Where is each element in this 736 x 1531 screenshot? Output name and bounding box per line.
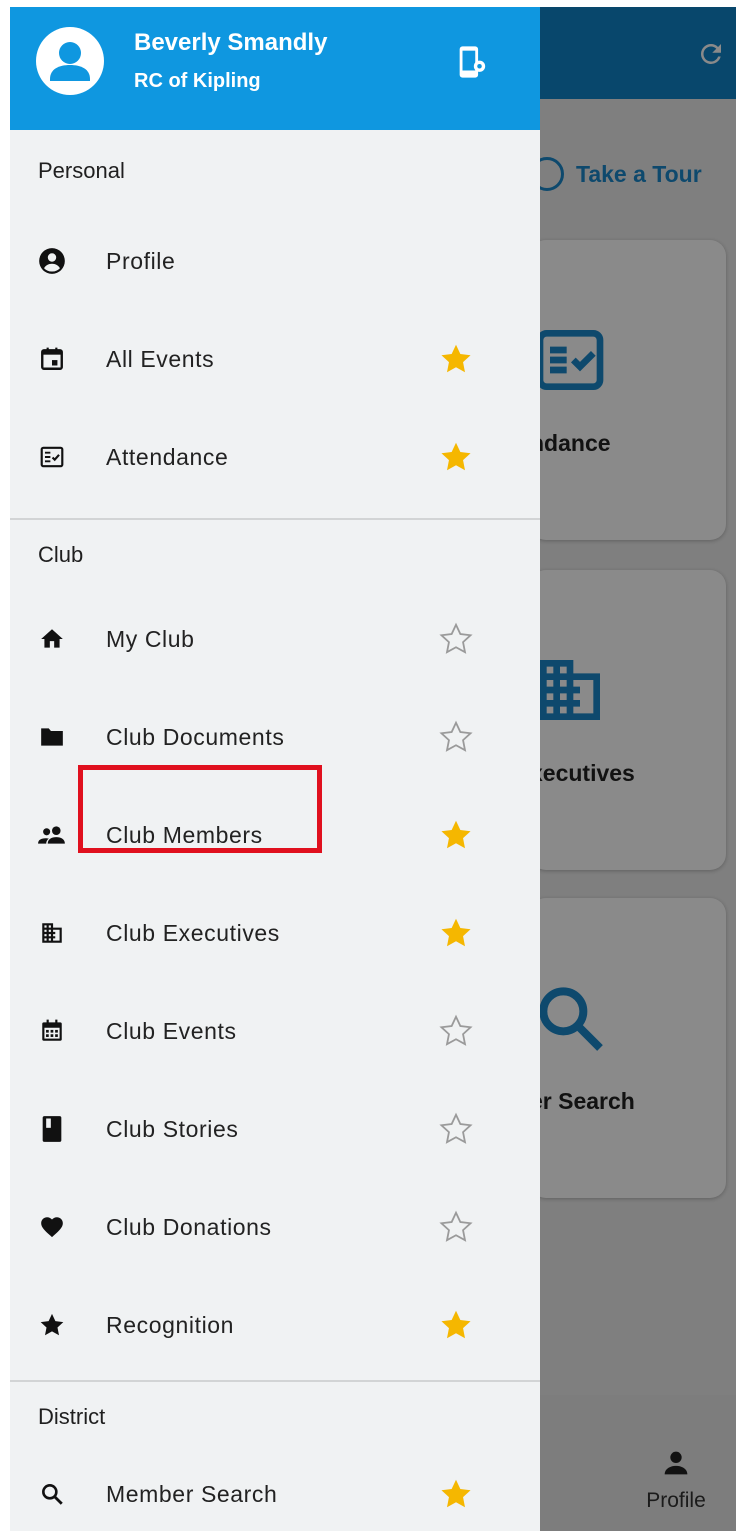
menu-item-my-club[interactable]: My Club <box>10 590 540 688</box>
menu-label-club-events: Club Events <box>106 1017 237 1044</box>
menu-item-club-stories[interactable]: Club Stories <box>10 1080 540 1178</box>
menu-label-attendance: Attendance <box>106 443 229 470</box>
star-outline-icon[interactable] <box>438 719 474 755</box>
favorite-star-icon[interactable] <box>438 439 474 475</box>
menu-label-club-documents: Club Documents <box>106 723 285 750</box>
menu-item-attendance[interactable]: Attendance <box>10 408 540 506</box>
avatar-person-icon <box>50 42 90 81</box>
favorite-star-icon[interactable] <box>438 1307 474 1343</box>
device-settings-icon[interactable] <box>456 45 486 79</box>
search-icon <box>36 1478 68 1510</box>
star-outline-icon[interactable] <box>438 621 474 657</box>
book-icon <box>36 1113 68 1145</box>
menu-item-club-events[interactable]: Club Events <box>10 982 540 1080</box>
calendar-grid-icon <box>36 1015 68 1047</box>
drawer-header: Beverly Smandly RC of Kipling <box>10 7 540 130</box>
menu-label-club-members: Club Members <box>106 821 263 848</box>
menu-label-profile: Profile <box>106 247 176 274</box>
star-outline-icon[interactable] <box>438 1209 474 1245</box>
menu-label-club-stories: Club Stories <box>106 1115 239 1142</box>
menu-item-club-executives[interactable]: Club Executives <box>10 884 540 982</box>
section-title-personal: Personal <box>38 158 125 183</box>
menu-item-club-documents[interactable]: Club Documents <box>10 688 540 786</box>
user-club: RC of Kipling <box>134 70 261 92</box>
heart-icon <box>36 1211 68 1243</box>
people-icon <box>36 819 68 851</box>
menu-item-all-events[interactable]: All Events <box>10 310 540 408</box>
menu-label-all-events: All Events <box>106 345 215 372</box>
menu-label-club-donations: Club Donations <box>106 1213 272 1240</box>
menu-label-recognition: Recognition <box>106 1311 235 1338</box>
account-circle-icon <box>36 245 68 277</box>
menu-item-recognition[interactable]: Recognition <box>10 1276 540 1374</box>
favorite-star-icon[interactable] <box>438 915 474 951</box>
star-filled-icon <box>36 1309 68 1341</box>
menu-label-member-search: Member Search <box>106 1480 278 1507</box>
building-icon <box>36 917 68 949</box>
favorite-star-icon[interactable] <box>438 1476 474 1512</box>
section-title-district: District <box>38 1404 106 1429</box>
star-outline-icon[interactable] <box>438 1111 474 1147</box>
star-outline-icon[interactable] <box>438 1013 474 1049</box>
navigation-drawer: Beverly Smandly RC of Kipling Personal P… <box>10 7 540 1531</box>
user-name: Beverly Smandly <box>134 29 328 56</box>
menu-item-profile[interactable]: Profile <box>10 212 540 310</box>
folder-icon <box>36 721 68 753</box>
avatar[interactable] <box>36 27 104 95</box>
calendar-icon <box>36 343 68 375</box>
section-title-club: Club <box>38 542 84 567</box>
home-icon <box>36 623 68 655</box>
favorite-star-icon[interactable] <box>438 817 474 853</box>
menu-item-member-search[interactable]: Member Search <box>10 1452 540 1531</box>
menu-item-club-members[interactable]: Club Members <box>10 786 540 884</box>
menu-item-club-donations[interactable]: Club Donations <box>10 1178 540 1276</box>
attendance-icon <box>36 441 68 473</box>
menu-label-club-executives: Club Executives <box>106 919 280 946</box>
favorite-star-icon[interactable] <box>438 341 474 377</box>
menu-label-my-club: My Club <box>106 625 195 652</box>
